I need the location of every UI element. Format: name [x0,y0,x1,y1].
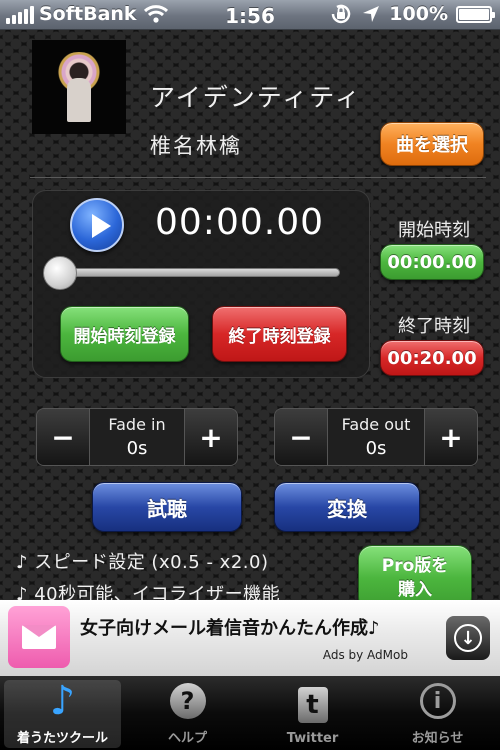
end-time-label: 終了時刻 [398,316,470,337]
location-arrow-icon [363,6,380,22]
album-art [32,40,126,134]
fade-in-value: 0s [126,438,148,459]
music-note-icon: ♪ [49,678,76,724]
select-song-button[interactable]: 曲を選択 [380,122,484,166]
end-time-button[interactable]: 00:20.00 [380,340,484,376]
buy-pro-label-1: Pro版を [381,556,449,576]
info-icon: i [416,681,460,721]
fade-out-value: 0s [365,438,387,459]
divider [30,177,486,178]
start-time-button[interactable]: 00:00.00 [380,244,484,280]
tab-label: Twitter [286,731,339,746]
main-panel: アイデンティティ 椎名林檎 曲を選択 00:00.00 開始時刻登録 終了時刻登… [0,30,500,611]
album-art-image [49,52,109,122]
battery-icon [456,5,495,23]
tab-bar: ♪ 着うたツクール ? ヘルプ t Twitter i お知らせ [0,676,500,750]
twitter-icon: t [291,685,335,725]
tab-label: お知らせ [411,731,464,746]
seek-slider-thumb[interactable] [43,256,77,290]
battery-percent: 100% [389,3,448,25]
help-question-icon: ? [166,681,210,721]
ad-attribution: Ads by AdMob [322,648,408,662]
fade-in-display: Fade in 0s [89,409,185,465]
fade-out-label: Fade out [341,415,411,434]
ad-banner[interactable]: 女子向けメール着信音かんたん作成♪ Ads by AdMob ↓ [0,600,500,676]
start-time-label: 開始時刻 [398,220,470,241]
preview-button[interactable]: 試聴 [92,482,242,532]
tab-label: ヘルプ [167,731,207,746]
song-title: アイデンティティ [150,83,362,112]
convert-button[interactable]: 変換 [274,482,420,532]
fade-out-minus-button[interactable]: − [275,409,327,465]
tab-news[interactable]: i お知らせ [375,676,500,750]
seek-slider-track[interactable] [48,268,340,277]
status-bar: SoftBank 1:56 100% [0,0,500,30]
fade-in-minus-button[interactable]: − [37,409,89,465]
register-end-button[interactable]: 終了時刻登録 [212,306,347,362]
current-time: 00:00.00 [155,202,324,243]
tab-twitter[interactable]: t Twitter [250,676,375,750]
fade-out-display: Fade out 0s [327,409,425,465]
tab-label: 着うたツクール [16,731,108,746]
play-button[interactable] [70,198,124,252]
artist-name: 椎名林檎 [150,134,242,158]
ad-text[interactable]: 女子向けメール着信音かんたん作成♪ [80,614,380,640]
buy-pro-label-2: 購入 [398,580,432,600]
fade-out-plus-button[interactable]: + [425,409,477,465]
download-icon[interactable]: ↓ [446,616,490,660]
register-start-button[interactable]: 開始時刻登録 [60,306,189,362]
fade-in-plus-button[interactable]: + [185,409,237,465]
promo-line-speed: ♪ スピード設定 (x0.5 - x2.0) [16,552,269,573]
status-right: 100% [329,3,495,25]
ad-mail-icon [8,606,70,668]
tab-ringtone-maker[interactable]: ♪ 着うたツクール [0,676,125,750]
tab-help[interactable]: ? ヘルプ [125,676,250,750]
rotation-lock-icon [332,4,351,24]
fade-out-stepper: − Fade out 0s + [274,408,478,466]
fade-in-stepper: − Fade in 0s + [36,408,238,466]
fade-in-label: Fade in [108,415,166,434]
